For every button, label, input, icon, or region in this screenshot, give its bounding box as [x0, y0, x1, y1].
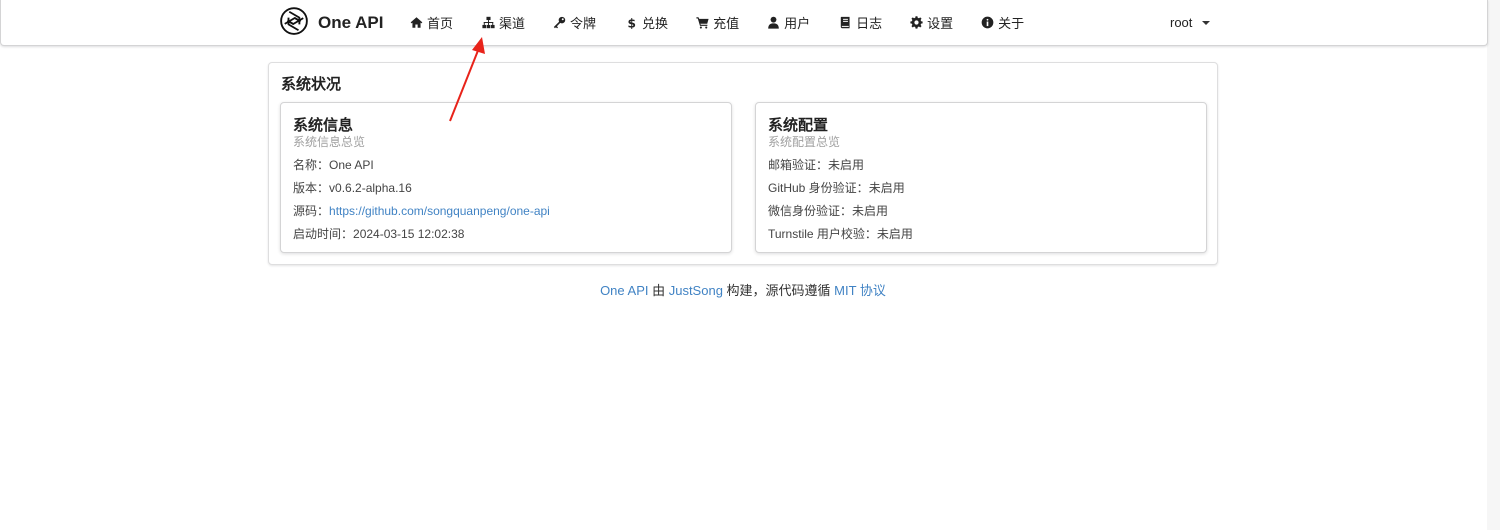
nav-label-settings: 设置: [927, 16, 954, 31]
system-status-panel: 系统状况 系统信息 系统信息总览 名称：One API 版本：v0.6.2-al…: [268, 62, 1218, 265]
dollar-icon: $: [624, 16, 638, 30]
system-config-card: 系统配置 系统配置总览 邮箱验证：未启用 GitHub 身份验证：未启用 微信身…: [755, 102, 1207, 253]
main-nav: 首页 渠道 令牌 $ 兑换 充值 用户 日志 设置 关于: [409, 0, 1024, 45]
nav-label-about: 关于: [998, 16, 1025, 31]
openai-logo-icon: [279, 6, 309, 41]
nav-label-topup: 充值: [713, 16, 740, 31]
source-label: 源码：: [293, 204, 330, 218]
wechat-auth-value: 未启用: [852, 204, 889, 218]
panel-title: 系统状况: [281, 76, 342, 93]
nav-item-users[interactable]: 用户: [766, 0, 810, 45]
gear-icon: [909, 16, 923, 30]
footer-project-link[interactable]: One API: [600, 283, 648, 298]
top-navbar: One API 首页 渠道 令牌 $ 兑换 充值 用户 日志 设置 关于 roo…: [0, 0, 1488, 46]
nav-label-redeem: 兑换: [642, 16, 669, 31]
cart-icon: [695, 16, 709, 30]
email-verify-label: 邮箱验证：: [768, 158, 829, 172]
source-link[interactable]: https://github.com/songquanpeng/one-api: [329, 204, 550, 218]
info-row-version: 版本：v0.6.2-alpha.16: [293, 179, 412, 196]
system-config-header: 系统配置: [768, 117, 829, 134]
info-row-source: 源码：https://github.com/songquanpeng/one-a…: [293, 202, 550, 219]
caret-down-icon: [1202, 20, 1211, 25]
github-auth-label: GitHub 身份验证：: [768, 181, 869, 195]
turnstile-value: 未启用: [876, 227, 913, 241]
config-row-turnstile: Turnstile 用户校验：未启用: [768, 225, 913, 242]
turnstile-label: Turnstile 用户校验：: [768, 227, 877, 241]
wechat-auth-label: 微信身份验证：: [768, 204, 853, 218]
name-label: 名称：: [293, 158, 330, 172]
nav-item-topup[interactable]: 充值: [695, 0, 739, 45]
version-value: v0.6.2-alpha.16: [329, 181, 412, 195]
page-scrollbar[interactable]: [1487, 0, 1500, 530]
nav-item-about[interactable]: 关于: [980, 0, 1024, 45]
name-value: One API: [329, 158, 374, 172]
username: root: [1170, 15, 1193, 30]
nav-label-logs: 日志: [856, 16, 883, 31]
info-icon: [980, 16, 994, 30]
sitemap-icon: [481, 16, 495, 30]
system-info-meta: 系统信息总览: [293, 135, 366, 149]
email-verify-value: 未启用: [828, 158, 865, 172]
user-dropdown[interactable]: root: [1170, 0, 1211, 45]
nav-label-users: 用户: [784, 16, 811, 31]
nav-item-home[interactable]: 首页: [409, 0, 453, 45]
github-auth-value: 未启用: [868, 181, 905, 195]
system-info-header: 系统信息: [293, 117, 354, 134]
home-icon: [409, 16, 423, 30]
system-config-meta: 系统配置总览: [768, 135, 841, 149]
footer-middle-text: 构建，源代码遵循: [722, 283, 835, 298]
nav-label-channels: 渠道: [499, 16, 526, 31]
start-time-label: 启动时间：: [293, 227, 354, 241]
version-label: 版本：: [293, 181, 330, 195]
book-icon: [838, 16, 852, 30]
user-icon: [766, 16, 780, 30]
nav-item-settings[interactable]: 设置: [909, 0, 953, 45]
nav-item-channels[interactable]: 渠道: [481, 0, 525, 45]
nav-item-redeem[interactable]: $ 兑换: [624, 0, 668, 45]
brand[interactable]: One API: [279, 6, 384, 41]
nav-item-tokens[interactable]: 令牌: [552, 0, 596, 45]
footer-author-link[interactable]: JustSong: [669, 283, 723, 298]
start-time-value: 2024-03-15 12:02:38: [353, 227, 465, 241]
footer: One API 由 JustSong 构建，源代码遵循 MIT 协议: [0, 280, 1486, 299]
config-row-wechat: 微信身份验证：未启用: [768, 202, 888, 219]
info-row-name: 名称：One API: [293, 156, 374, 173]
nav-label-tokens: 令牌: [570, 16, 597, 31]
nav-label-home: 首页: [427, 16, 454, 31]
svg-text:$: $: [627, 16, 635, 29]
app-name: One API: [318, 13, 384, 32]
info-row-start-time: 启动时间：2024-03-15 12:02:38: [293, 225, 464, 242]
footer-by-text: 由: [648, 283, 669, 298]
nav-item-logs[interactable]: 日志: [838, 0, 882, 45]
key-icon: [552, 16, 566, 30]
footer-license-link[interactable]: MIT 协议: [834, 283, 886, 298]
config-row-email: 邮箱验证：未启用: [768, 156, 864, 173]
system-info-card: 系统信息 系统信息总览 名称：One API 版本：v0.6.2-alpha.1…: [280, 102, 732, 253]
config-row-github: GitHub 身份验证：未启用: [768, 179, 905, 196]
